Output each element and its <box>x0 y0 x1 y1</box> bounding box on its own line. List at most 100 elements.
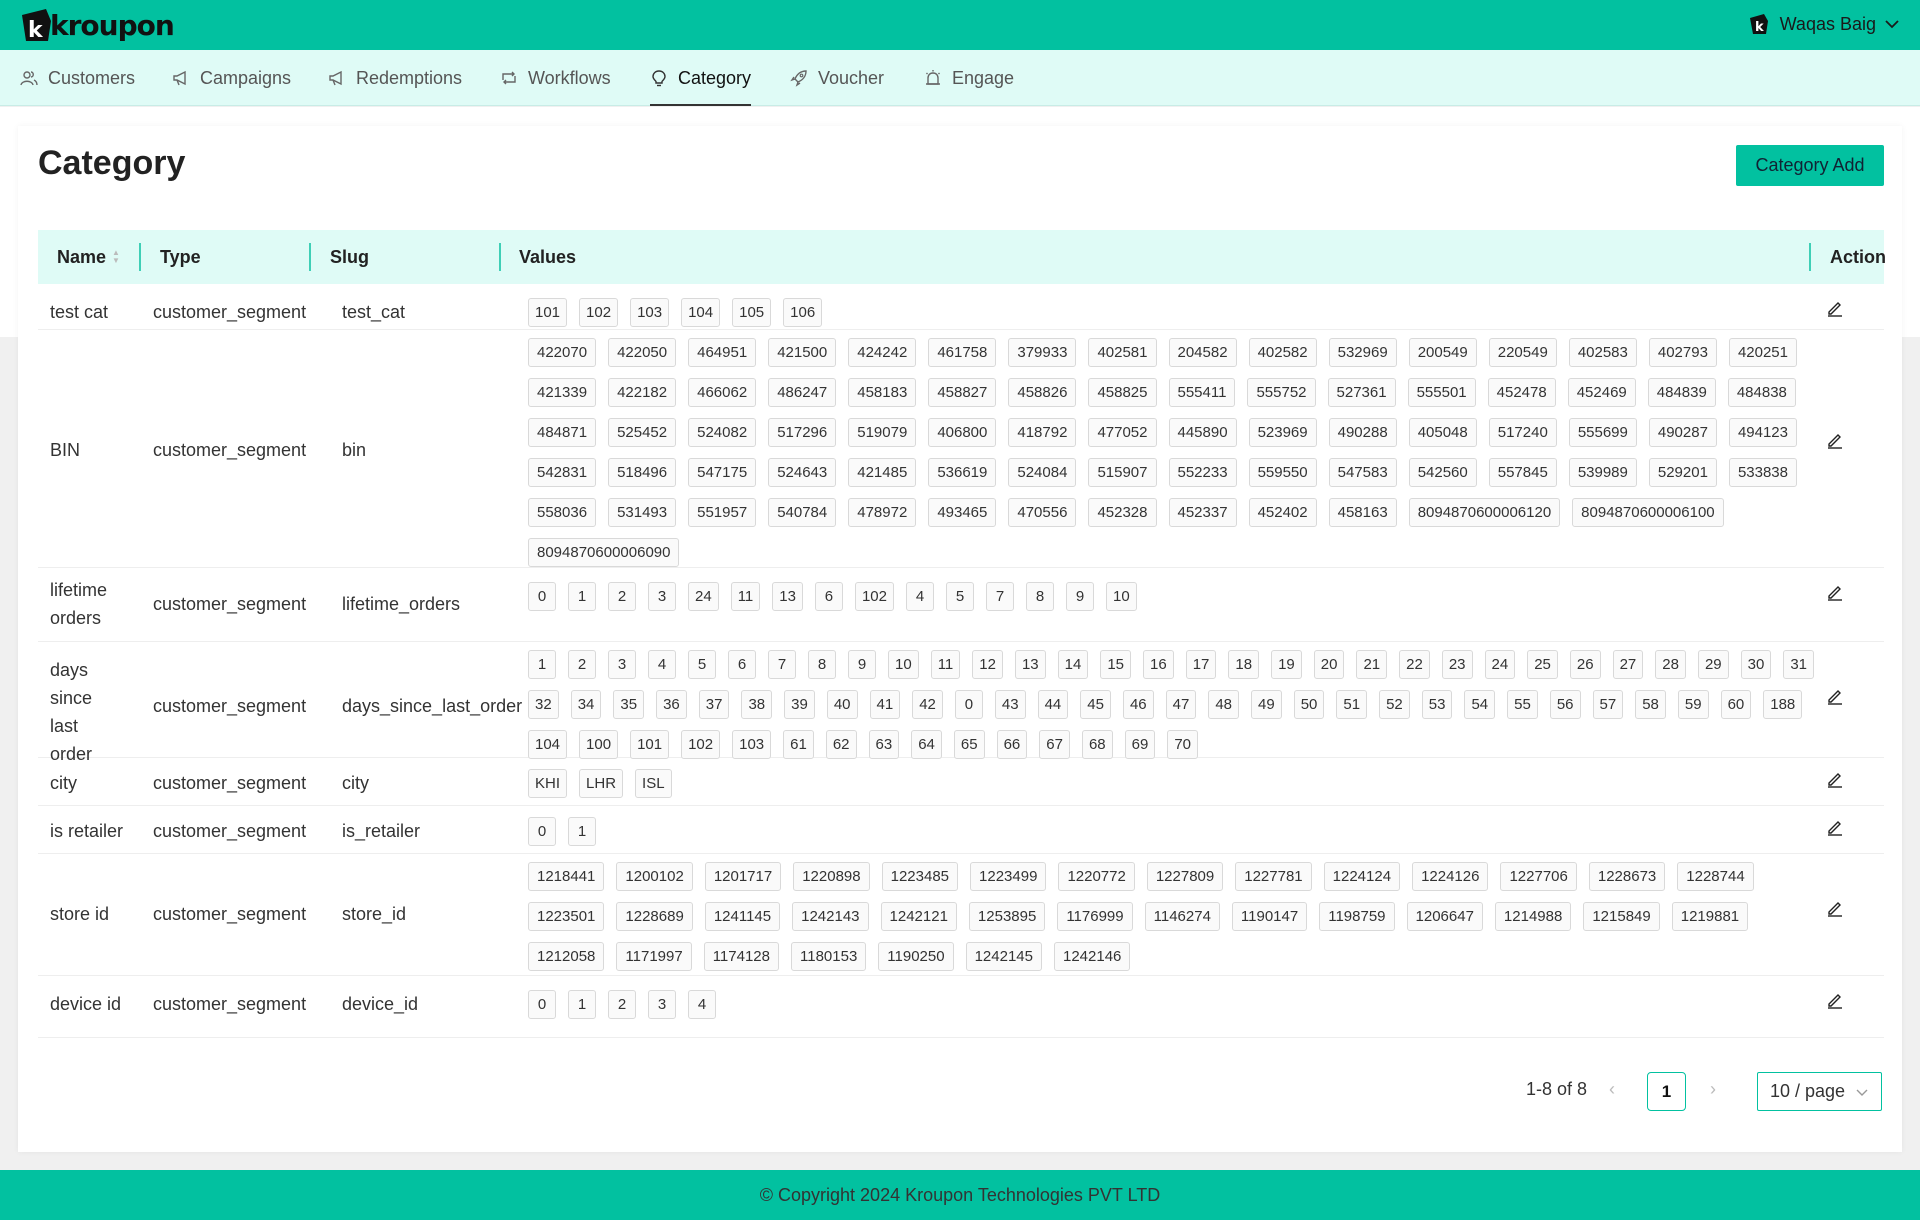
nav-voucher[interactable]: Voucher <box>790 50 884 106</box>
value-tag: 1201717 <box>704 862 782 891</box>
cell-type: customer_segment <box>153 773 307 793</box>
page-button[interactable]: 1 <box>1647 1072 1686 1111</box>
category-add-button[interactable]: Category Add <box>1736 145 1884 186</box>
kroupon-logo[interactable]: k kroupon <box>18 5 175 45</box>
value-tag: 102 <box>854 582 894 611</box>
value-tag: 557845 <box>1488 458 1557 487</box>
value-tag: 26 <box>1569 650 1601 679</box>
nav-campaigns[interactable]: Campaigns <box>172 50 291 106</box>
nav-label: Campaigns <box>200 67 292 88</box>
column-header-values: Values <box>519 230 576 284</box>
cell-name: city <box>50 773 77 793</box>
value-tag: 34 <box>570 690 602 719</box>
value-tag: 53 <box>1421 690 1453 719</box>
cell-name: days since last order <box>50 660 93 764</box>
table-row: BIN customer_segment bin 422070 422050 464951… <box>38 330 1884 568</box>
value-tag: 1242121 <box>880 902 957 931</box>
prev-page-icon[interactable]: ‹ <box>1609 1079 1615 1100</box>
value-tag: 10 <box>888 650 919 679</box>
value-tag: 523969 <box>1248 418 1317 447</box>
column-divider <box>309 243 311 271</box>
cell-name: device id <box>50 994 122 1014</box>
value-tag: 1224124 <box>1323 862 1401 891</box>
value-tag: 542831 <box>528 458 597 487</box>
logo-icon: k <box>22 9 51 43</box>
value-tag: 35 <box>613 690 645 719</box>
user-menu[interactable]: k Waqas Baig <box>1748 12 1900 36</box>
cell-name: store id <box>50 904 110 924</box>
value-tag: 422050 <box>608 338 677 367</box>
edit-icon[interactable] <box>1825 430 1845 450</box>
value-tag: 445890 <box>1168 418 1237 447</box>
value-tag: 22 <box>1399 650 1430 679</box>
value-tag: 1146274 <box>1144 902 1220 931</box>
value-tag: 1253895 <box>968 902 1046 931</box>
value-tag: 493465 <box>928 498 997 527</box>
value-tag: 2 <box>608 582 636 611</box>
edit-icon[interactable] <box>1825 686 1845 706</box>
column-header-name[interactable]: Name ▲ ▼ <box>57 230 120 284</box>
value-tag: 220549 <box>1488 338 1557 367</box>
value-tag: 4 <box>648 650 676 679</box>
value-tag: 1220772 <box>1058 862 1135 891</box>
megaphone-icon <box>173 70 186 86</box>
nav-customers[interactable]: Customers <box>20 50 135 106</box>
edit-icon[interactable] <box>1825 298 1845 318</box>
value-tag: 204582 <box>1168 338 1237 367</box>
value-tag: 1228689 <box>616 902 693 931</box>
value-tag: 54 <box>1464 690 1496 719</box>
nav-workflows[interactable]: Workflows <box>500 50 611 106</box>
column-divider <box>499 243 501 271</box>
value-tag: 4 <box>688 990 716 1019</box>
value-tag: 1227809 <box>1146 862 1224 891</box>
column-divider <box>1809 243 1811 271</box>
value-tag: 458826 <box>1008 378 1077 407</box>
cell-type: customer_segment <box>153 302 307 322</box>
value-tag: 69 <box>1124 730 1156 759</box>
value-tag: 66 <box>996 730 1028 759</box>
page-size-value: 10 / page <box>1770 1081 1846 1101</box>
value-tag: 470556 <box>1008 498 1077 527</box>
value-tag: 422070 <box>528 338 597 367</box>
value-tag: 1 <box>568 990 596 1019</box>
value-tag: 28 <box>1655 650 1686 679</box>
top-bar: k kroupon k Waqas Baig <box>0 0 1920 50</box>
nav-engage[interactable]: Engage <box>924 50 1014 106</box>
nav-redemptions[interactable]: Redemptions <box>328 50 462 106</box>
edit-icon[interactable] <box>1825 769 1845 789</box>
edit-icon[interactable] <box>1825 898 1845 918</box>
value-tag: 188 <box>1763 690 1803 719</box>
value-tag: 3 <box>608 650 636 679</box>
table-header: Name ▲ ▼ Type Slug Values Action <box>38 230 1886 284</box>
edit-icon[interactable] <box>1825 990 1845 1010</box>
value-tag: 518496 <box>608 458 677 487</box>
page-size-select[interactable]: 10 / page <box>1757 1072 1882 1111</box>
chevron-down-icon <box>1885 20 1899 29</box>
value-tag: 41 <box>869 690 901 719</box>
values-list: 101 102 103 104 105 106 <box>528 298 1828 327</box>
value-tag: 103 <box>630 298 670 327</box>
values-list: 01234 <box>528 990 1828 1019</box>
value-tag: 1242143 <box>792 902 869 931</box>
value-tag: 60 <box>1720 690 1752 719</box>
edit-icon[interactable] <box>1825 582 1845 602</box>
value-tag: 5 <box>945 582 974 611</box>
value-tag: 477052 <box>1088 418 1157 447</box>
column-header-action: Action <box>1830 230 1886 284</box>
value-tag: 555411 <box>1168 378 1236 407</box>
value-tag: 452328 <box>1088 498 1157 527</box>
value-tag: 36 <box>656 690 687 719</box>
table-row: days since last order customer_segment day… <box>38 642 1884 764</box>
value-tag: 452478 <box>1487 378 1556 407</box>
value-tag: 555752 <box>1247 378 1316 407</box>
value-tag: 7 <box>985 582 1014 611</box>
value-tag: 62 <box>825 730 857 759</box>
edit-icon[interactable] <box>1825 817 1845 837</box>
nav-category[interactable]: Category <box>650 50 752 106</box>
value-tag: 4 <box>905 582 934 611</box>
value-tag: 64 <box>911 730 942 759</box>
value-tag: 517240 <box>1488 418 1557 447</box>
value-tag: 1180153 <box>791 942 867 971</box>
next-page-icon[interactable]: › <box>1710 1079 1716 1100</box>
sort-icon[interactable]: ▲ ▼ <box>112 249 120 265</box>
